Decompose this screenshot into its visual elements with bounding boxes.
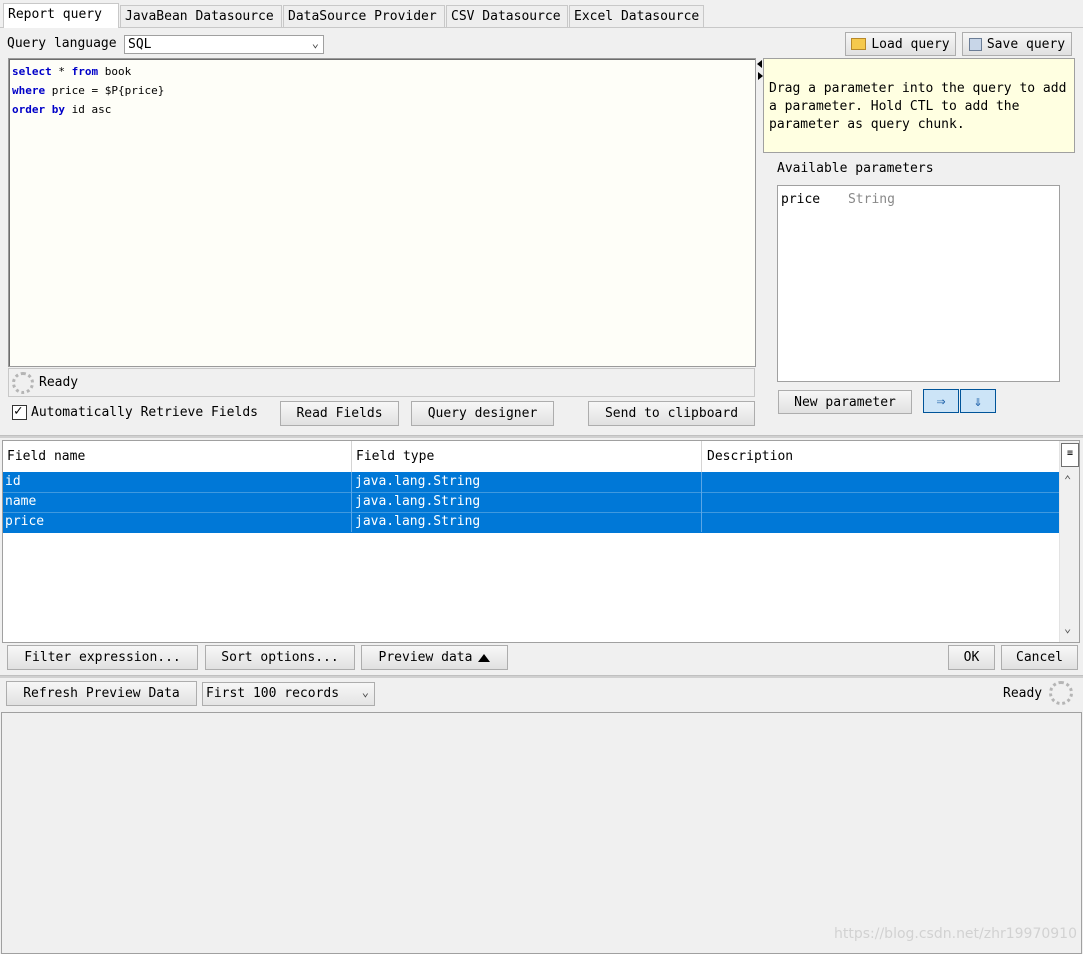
column-chooser-icon[interactable]: ≡ (1061, 443, 1079, 467)
load-query-label: Load query (871, 36, 950, 52)
preview-status-text: Ready (1003, 686, 1043, 701)
query-line: select * from book (12, 65, 132, 78)
available-parameters-label: Available parameters (777, 161, 934, 176)
header-field-type[interactable]: Field type (356, 449, 434, 464)
cell-description (703, 472, 705, 492)
divider (0, 675, 1083, 678)
query-editor[interactable]: select * from book where price = $P{price… (8, 58, 756, 367)
cell-field-type: java.lang.String (355, 494, 481, 509)
folder-icon (851, 38, 867, 50)
cell-field-name: name (5, 494, 37, 509)
parameter-type: String (847, 192, 895, 207)
send-to-clipboard-button[interactable]: Send to clipboard (588, 401, 755, 426)
insert-arrow-icon: ⇒ (936, 392, 946, 410)
fields-table[interactable]: Field name Field type Description id jav… (2, 440, 1080, 643)
hint-box: Drag a parameter into the query to add a… (763, 58, 1075, 153)
scroll-up-icon[interactable]: ⌃ (1064, 473, 1071, 487)
spinner-icon (1049, 681, 1073, 705)
triangle-up-icon (478, 653, 491, 662)
header-description[interactable]: Description (707, 449, 793, 464)
save-query-button[interactable]: Save query (962, 32, 1072, 56)
query-line: order by id asc (12, 103, 112, 116)
tab-javabean-datasource[interactable]: JavaBean Datasource (120, 5, 282, 27)
parameters-list[interactable]: price String (777, 185, 1060, 382)
save-icon (968, 37, 982, 51)
scroll-down-icon[interactable]: ⌄ (1064, 621, 1071, 635)
tab-datasource-provider[interactable]: DataSource Provider (283, 5, 445, 27)
auto-retrieve-checkbox[interactable]: ✓ (12, 403, 27, 420)
cancel-button[interactable]: Cancel (1001, 645, 1078, 670)
new-parameter-button[interactable]: New parameter (778, 390, 912, 414)
watermark: https://blog.csdn.net/zhr19970910 (834, 926, 1077, 942)
ok-button[interactable]: OK (948, 645, 995, 670)
splitter-left-arrow-icon[interactable] (757, 60, 762, 68)
parameter-name: price (781, 192, 821, 207)
cell-field-type: java.lang.String (355, 474, 481, 489)
insert-parameter-button[interactable]: ⇒ (923, 389, 959, 413)
table-row[interactable]: price java.lang.String (3, 512, 1060, 533)
column-separator (701, 472, 702, 532)
refresh-preview-button[interactable]: Refresh Preview Data (6, 681, 197, 706)
query-text: select * from book where price = $P{price… (12, 65, 164, 122)
save-query-label: Save query (986, 36, 1066, 52)
parameter-item[interactable]: price String (781, 192, 895, 207)
query-designer-button[interactable]: Query designer (411, 401, 554, 426)
chevron-down-icon: ⌄ (311, 36, 319, 50)
insert-chunk-button[interactable]: ⇓ (960, 389, 996, 413)
tab-excel-datasource[interactable]: Excel Datasource (569, 5, 704, 27)
header-separator (701, 441, 702, 472)
query-language-select[interactable]: SQL ⌄ (124, 35, 324, 54)
header-field-name[interactable]: Field name (7, 449, 85, 464)
status-panel: Ready (8, 368, 755, 397)
preview-area (1, 712, 1082, 954)
cell-field-name: id (5, 474, 21, 489)
cell-field-name: price (5, 514, 45, 529)
filter-expression-button[interactable]: Filter expression... (7, 645, 198, 670)
records-select[interactable]: First 100 records ⌄ (202, 682, 375, 706)
column-separator (351, 472, 352, 532)
checkmark-icon: ✓ (14, 403, 23, 419)
preview-data-label: Preview data (378, 650, 473, 665)
header-separator (351, 441, 352, 472)
cell-field-type: java.lang.String (355, 514, 481, 529)
query-language-label: Query language (7, 36, 117, 51)
cell-description (703, 492, 705, 512)
read-fields-button[interactable]: Read Fields (280, 401, 399, 426)
sort-options-button[interactable]: Sort options... (205, 645, 355, 670)
table-row[interactable]: id java.lang.String (3, 472, 1060, 492)
table-row[interactable]: name java.lang.String (3, 492, 1060, 513)
chevron-down-icon: ⌄ (361, 685, 369, 699)
records-value: First 100 records (206, 686, 340, 701)
spinner-icon (12, 372, 34, 394)
divider (0, 435, 1083, 438)
tab-report-query[interactable]: Report query (3, 3, 119, 28)
load-query-button[interactable]: Load query (845, 32, 956, 56)
query-language-value: SQL (128, 37, 152, 52)
tab-csv-datasource[interactable]: CSV Datasource (446, 5, 568, 27)
insert-down-icon: ⇓ (973, 392, 983, 410)
table-header-row: Field name Field type Description (3, 441, 1060, 473)
status-text: Ready (39, 375, 79, 390)
auto-retrieve-label[interactable]: Automatically Retrieve Fields (31, 405, 258, 420)
cell-description (703, 512, 705, 532)
query-line: where price = $P{price} (12, 84, 165, 97)
preview-data-button[interactable]: Preview data (361, 645, 508, 670)
table-scrollbar[interactable]: ≡ ⌃ ⌄ (1059, 441, 1079, 642)
